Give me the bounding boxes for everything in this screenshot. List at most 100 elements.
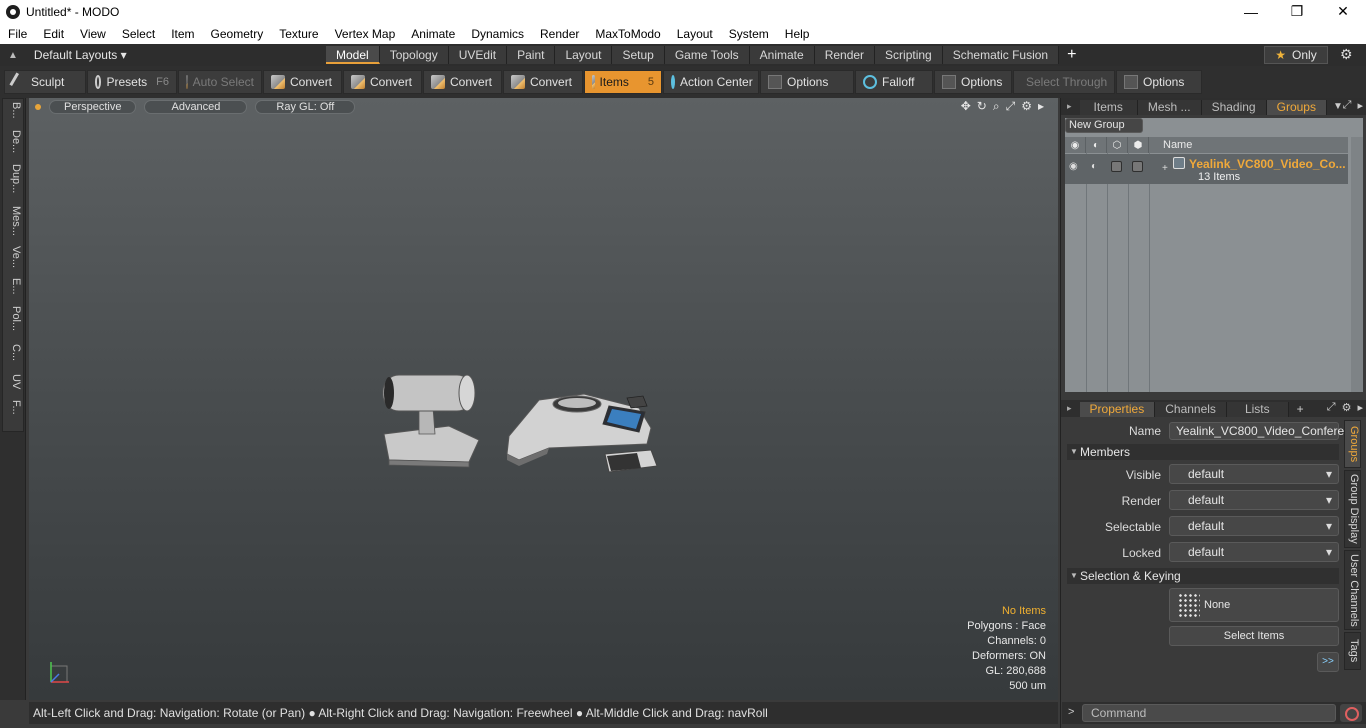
pan-icon[interactable]: ✥ <box>961 99 971 114</box>
vtab-mesh-edit[interactable]: Mes... <box>4 206 22 236</box>
menu-view[interactable]: View <box>72 27 114 41</box>
auto-select-button[interactable]: Auto Select <box>178 70 262 94</box>
perspective-dropdown[interactable]: Perspective <box>49 99 137 114</box>
selection-keying-section-header[interactable]: Selection & Keying <box>1067 568 1339 584</box>
panel-arrow-icon[interactable]: ▸ <box>1357 401 1363 414</box>
tab-model[interactable]: Model <box>326 46 380 64</box>
fit-icon[interactable]: ⤢ <box>1006 99 1016 114</box>
vtab-basic[interactable]: B... <box>4 102 22 119</box>
menu-vertex-map[interactable]: Vertex Map <box>327 27 404 41</box>
convert-vertices-button[interactable]: Convert <box>263 70 342 94</box>
group-name-field[interactable]: Yealink_VC800_Video_Conferenc <box>1169 422 1357 440</box>
tab-schematic-fusion[interactable]: Schematic Fusion <box>942 46 1060 64</box>
menu-help[interactable]: Help <box>777 27 818 41</box>
menu-system[interactable]: System <box>721 27 777 41</box>
vtab-tags[interactable]: Tags <box>1344 632 1361 670</box>
expand-more-button[interactable]: >> <box>1317 652 1339 672</box>
add-tab-button[interactable]: + <box>1067 46 1076 64</box>
command-input[interactable]: Command <box>1082 704 1336 722</box>
options-falloff-button[interactable]: Options <box>934 70 1012 94</box>
render-dropdown[interactable]: default <box>1169 490 1339 510</box>
tab-animate[interactable]: Animate <box>749 46 815 64</box>
3d-viewport[interactable]: Perspective Advanced Ray GL: Off ✥ ↻ ⌕ ⤢… <box>29 98 1058 700</box>
options-select-button[interactable]: Options <box>1116 70 1202 94</box>
visibility-eye-icon[interactable]: ◉ <box>1065 137 1086 153</box>
panel-arrow-icon[interactable]: ▸ <box>1357 99 1363 112</box>
none-button[interactable]: None <box>1169 588 1339 622</box>
menu-texture[interactable]: Texture <box>271 27 326 41</box>
conference-device-model[interactable] <box>369 368 669 488</box>
command-history-chevron-icon[interactable]: > <box>1068 706 1074 718</box>
menu-file[interactable]: File <box>0 27 35 41</box>
viewport-menu-dot-icon[interactable] <box>35 103 41 110</box>
vtab-vertex[interactable]: Ve... <box>4 246 22 268</box>
tab-topology[interactable]: Topology <box>379 46 449 64</box>
select-lock-icon[interactable]: ⬡ <box>1107 137 1128 153</box>
row-lock-checkbox[interactable] <box>1132 161 1143 172</box>
close-button[interactable]: ✕ <box>1320 0 1366 23</box>
gear-icon[interactable]: ⚙ <box>1340 46 1353 63</box>
viewport-expand-icon[interactable]: ▸ <box>1038 99 1044 114</box>
visible-dropdown[interactable]: default <box>1169 464 1339 484</box>
menu-select[interactable]: Select <box>114 27 163 41</box>
render-icon[interactable]: ◐ <box>1086 137 1107 153</box>
groups-scrollbar[interactable] <box>1351 137 1363 392</box>
minimize-button[interactable]: — <box>1228 0 1274 23</box>
group-name[interactable]: Yealink_VC800_Video_Co... <box>1189 157 1346 171</box>
menu-edit[interactable]: Edit <box>35 27 72 41</box>
tab-shading[interactable]: Shading <box>1201 100 1267 115</box>
action-center-button[interactable]: Action Center <box>663 70 759 94</box>
groups-list[interactable]: New Group ◉ ◐ ⬡ ⬢ Name ◉ ◐ + Yealink_VC8… <box>1065 118 1363 392</box>
tab-scripting[interactable]: Scripting <box>875 46 943 64</box>
only-button[interactable]: ★ Only <box>1264 46 1328 64</box>
zoom-icon[interactable]: ⌕ <box>993 99 1000 114</box>
members-section-header[interactable]: Members <box>1067 444 1339 460</box>
presets-button[interactable]: Presets F6 <box>87 70 177 94</box>
menu-render[interactable]: Render <box>532 27 587 41</box>
add-tab-button[interactable]: + <box>1297 402 1304 416</box>
tab-uvedit[interactable]: UVEdit <box>448 46 508 64</box>
tab-channels[interactable]: Channels <box>1155 402 1227 417</box>
convert-edges-button[interactable]: Convert <box>343 70 422 94</box>
collapse-up-icon[interactable]: ▲ <box>8 50 18 61</box>
convert-materials-button[interactable]: Convert <box>503 70 583 94</box>
shading-advanced-dropdown[interactable]: Advanced <box>144 99 248 114</box>
panel-grip-icon[interactable]: ▸ <box>1067 101 1072 112</box>
vtab-group-display[interactable]: Group Display <box>1344 470 1361 548</box>
tab-game-tools[interactable]: Game Tools <box>664 46 750 64</box>
menu-animate[interactable]: Animate <box>403 27 463 41</box>
menu-geometry[interactable]: Geometry <box>203 27 272 41</box>
vtab-groups[interactable]: Groups <box>1344 420 1361 468</box>
layout-preset[interactable]: ▲ Default Layouts ▾ <box>0 48 326 62</box>
rotate-icon[interactable]: ↻ <box>977 99 987 114</box>
vtab-user-channels[interactable]: User Channels <box>1344 550 1361 630</box>
selectable-dropdown[interactable]: default <box>1169 516 1339 536</box>
row-visibility-eye-icon[interactable]: ◉ <box>1069 161 1083 175</box>
tab-items[interactable]: Items <box>1079 100 1138 115</box>
menu-layout[interactable]: Layout <box>669 27 721 41</box>
tab-mesh[interactable]: Mesh ... <box>1137 100 1202 115</box>
lock-icon[interactable]: ⬢ <box>1128 137 1149 153</box>
menu-item[interactable]: Item <box>163 27 202 41</box>
menu-maxtomodo[interactable]: MaxToModo <box>587 27 668 41</box>
vtab-edge[interactable]: E... <box>4 278 22 295</box>
convert-polygons-button[interactable]: Convert <box>423 70 502 94</box>
name-column-header[interactable]: Name <box>1149 139 1192 151</box>
vtab-fusion[interactable]: F... <box>4 400 22 415</box>
tab-layout[interactable]: Layout <box>555 46 613 64</box>
tab-render[interactable]: Render <box>814 46 876 64</box>
tab-paint[interactable]: Paint <box>507 46 556 64</box>
raygl-toggle[interactable]: Ray GL: Off <box>255 99 356 114</box>
vtab-deform[interactable]: De... <box>4 130 22 153</box>
maximize-button[interactable]: ❐ <box>1274 0 1320 23</box>
items-button[interactable]: Items 5 <box>584 70 662 94</box>
tabs-dropdown-icon[interactable]: ▼ <box>1333 101 1343 112</box>
panel-grip-icon[interactable]: ▸ <box>1067 403 1072 414</box>
row-render-icon[interactable]: ◐ <box>1091 161 1105 175</box>
tab-lists[interactable]: Lists <box>1226 402 1289 417</box>
tab-groups[interactable]: Groups <box>1266 100 1327 115</box>
tab-properties[interactable]: Properties <box>1079 402 1156 417</box>
panel-maximize-icon[interactable]: ⤢ <box>1327 401 1336 414</box>
vtab-duplicate[interactable]: Dup... <box>4 164 22 193</box>
options-action-button[interactable]: Options <box>760 70 854 94</box>
